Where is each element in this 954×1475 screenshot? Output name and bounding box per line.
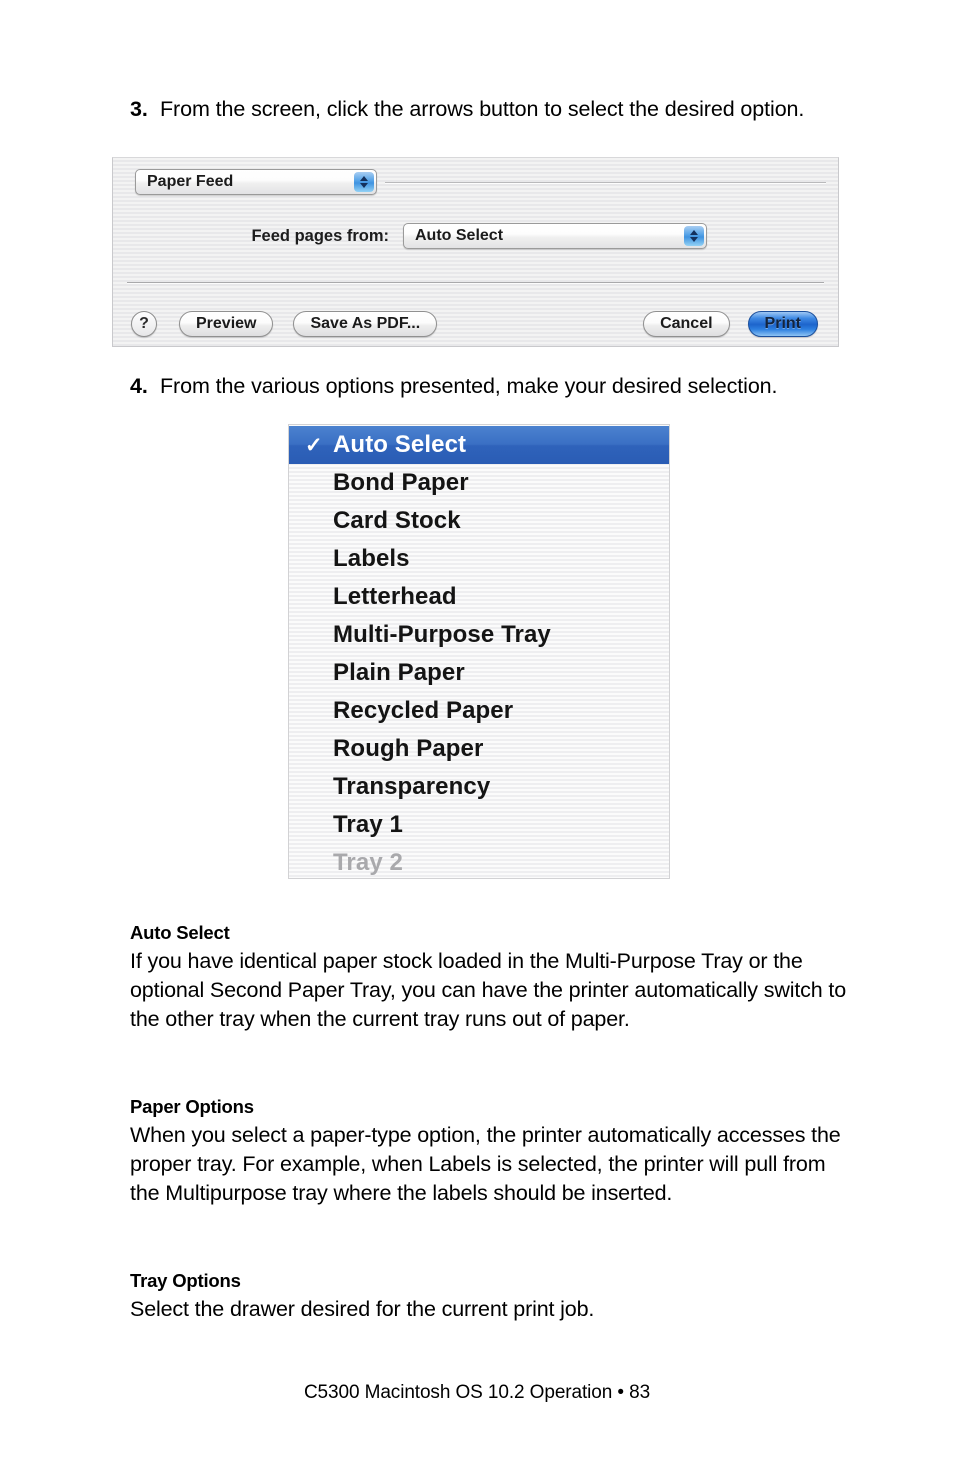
dialog-button-row: ? Preview Save As PDF... Cancel Print [113,308,838,340]
menu-item-card-stock[interactable]: ✓Card Stock [289,502,669,540]
page-footer: C5300 Macintosh OS 10.2 Operation • 83 [303,1382,651,1403]
pane-popup-value: Paper Feed [147,173,234,190]
menu-item-rough-paper[interactable]: ✓Rough Paper [289,730,669,768]
section-auto-select: Auto Select If you have identical paper … [130,922,860,1034]
cancel-button[interactable]: Cancel [643,311,730,337]
chevron-up-icon [690,230,698,235]
checkmark-icon: ✓ [305,775,333,800]
preview-button[interactable]: Preview [179,311,274,337]
checkmark-icon: ✓ [305,547,333,572]
checkmark-icon: ✓ [305,433,323,457]
menu-item-multi-purpose-tray[interactable]: ✓Multi-Purpose Tray [289,616,669,654]
feed-pages-from-label: Feed pages from: [251,226,389,245]
menu-item-label: Labels [333,545,410,572]
feed-pages-from-menu[interactable]: ✓Auto Select✓Bond Paper✓Card Stock✓Label… [288,424,670,879]
menu-item-label: Transparency [333,773,491,800]
menu-item-label: Bond Paper [333,469,469,496]
chevron-up-icon [360,176,368,181]
arrows-icon [684,226,704,246]
menu-item-label: Tray 1 [333,811,403,838]
menu-item-plain-paper[interactable]: ✓Plain Paper [289,654,669,692]
step-4-text: From the various options presented, make… [160,374,778,398]
checkmark-icon: ✓ [305,851,333,876]
checkmark-icon: ✓ [305,737,333,762]
step-3-text: From the screen, click the arrows button… [160,97,805,121]
checkmark-icon: ✓ [305,699,333,724]
menu-item-tray-2: ✓Tray 2 [289,844,669,878]
pane-popup-button[interactable]: Paper Feed [135,169,377,195]
menu-item-label: Card Stock [333,507,461,534]
header-divider [385,182,826,184]
checkmark-icon: ✓ [305,623,333,648]
help-button[interactable]: ? [131,311,157,337]
step-3: 3. From the screen, click the arrows but… [130,95,850,124]
print-button[interactable]: Print [747,311,818,337]
menu-item-bond-paper[interactable]: ✓Bond Paper [289,464,669,502]
menu-item-transparency[interactable]: ✓Transparency [289,768,669,806]
menu-item-auto-select[interactable]: ✓ Auto Select [289,426,669,464]
checkmark-icon: ✓ [305,509,333,534]
section-body: Select the drawer desired for the curren… [130,1297,595,1321]
step-4-number: 4. [130,374,148,398]
menu-item-label: Plain Paper [333,659,465,686]
footer-divider [127,282,824,284]
menu-item-label: Multi-Purpose Tray [333,621,551,648]
print-dialog-screenshot: Paper Feed Feed pages from: Auto Select … [112,157,839,347]
section-paper-options: Paper Options When you select a paper-ty… [130,1096,860,1208]
chevron-down-icon [360,183,368,188]
menu-item-letterhead[interactable]: ✓Letterhead [289,578,669,616]
menu-item-tray-1[interactable]: ✓Tray 1 [289,806,669,844]
section-tray-options: Tray Options Select the drawer desired f… [130,1270,860,1324]
feed-pages-from-popup-button[interactable]: Auto Select [403,223,707,249]
step-4: 4. From the various options presented, m… [130,372,870,401]
section-heading: Tray Options [130,1270,241,1291]
feed-pages-from-value: Auto Select [415,227,504,244]
checkmark-icon: ✓ [305,813,333,838]
menu-item-labels[interactable]: ✓Labels [289,540,669,578]
menu-item-label: Rough Paper [333,735,484,762]
menu-item-label: Recycled Paper [333,697,514,724]
arrows-icon [354,172,374,192]
section-body: If you have identical paper stock loaded… [130,949,847,1031]
step-3-number: 3. [130,97,148,121]
menu-item-label: Letterhead [333,583,457,610]
menu-item-recycled-paper[interactable]: ✓Recycled Paper [289,692,669,730]
chevron-down-icon [690,237,698,242]
menu-item-label: Auto Select [333,431,467,458]
checkmark-icon: ✓ [305,471,333,496]
section-body: When you select a paper-type option, the… [130,1123,841,1205]
feed-pages-from-row: Feed pages from: Auto Select [113,223,838,249]
save-as-pdf-button[interactable]: Save As PDF... [293,311,438,337]
menu-item-label: Tray 2 [333,849,403,876]
checkmark-icon: ✓ [305,661,333,686]
section-heading: Auto Select [130,922,230,943]
checkmark-icon: ✓ [305,585,333,610]
section-heading: Paper Options [130,1096,254,1117]
